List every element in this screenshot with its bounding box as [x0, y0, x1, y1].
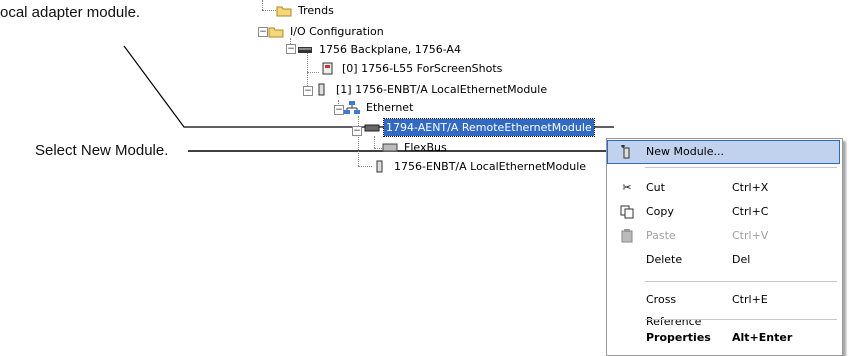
controller-icon	[320, 62, 336, 75]
expander-enbt-slot1[interactable]: −	[303, 86, 313, 96]
menu-item-cut[interactable]: ✂ Cut Ctrl+X	[608, 177, 839, 199]
tree-item-io-configuration[interactable]: I/O Configuration	[268, 23, 386, 40]
paste-icon	[608, 225, 646, 247]
copy-icon	[608, 201, 646, 223]
tree-item-backplane[interactable]: 1756 Backplane, 1756-A4	[297, 41, 463, 58]
expander-backplane[interactable]: −	[286, 44, 296, 54]
scissors-icon: ✂	[622, 181, 632, 194]
module-icon	[314, 83, 330, 96]
tree-item-ethernet[interactable]: Ethernet	[344, 99, 415, 116]
tree-item-enbt-local[interactable]: 1756-ENBT/A LocalEthernetModule	[372, 158, 588, 175]
tree-item-enbt-slot1[interactable]: [1] 1756-ENBT/A LocalEthernetModule	[314, 81, 549, 98]
menu-item-properties[interactable]: Properties Alt+Enter	[608, 327, 839, 349]
expander-ethernet[interactable]: −	[334, 105, 344, 115]
folder-open-icon	[268, 25, 284, 38]
tree-item-trends[interactable]: Trends	[276, 2, 336, 19]
module-icon	[372, 160, 388, 173]
expander-aent[interactable]: −	[352, 126, 362, 136]
menu-item-copy[interactable]: Copy Ctrl+C	[608, 201, 839, 223]
backplane-icon	[297, 43, 313, 56]
menu-item-delete[interactable]: Delete Del	[608, 249, 839, 271]
menu-item-paste[interactable]: Paste Ctrl+V	[608, 225, 839, 247]
folder-icon	[276, 4, 292, 17]
new-module-icon	[608, 141, 646, 163]
adapter-icon	[364, 121, 380, 134]
context-menu: New Module... ✂ Cut Ctrl+X Copy Ctrl+C P…	[606, 138, 843, 356]
menu-item-new-module[interactable]: New Module...	[607, 140, 840, 164]
tree-item-flexbus[interactable]: FlexBus	[382, 139, 449, 156]
menu-item-cross-reference[interactable]: Cross Reference Ctrl+E	[608, 289, 839, 328]
expander-io-config[interactable]: −	[258, 27, 268, 37]
tree-item-controller[interactable]: [0] 1756-L55 ForScreenShots	[320, 60, 504, 77]
network-icon	[344, 101, 360, 114]
flexbus-icon	[382, 141, 398, 154]
tree-item-aent[interactable]: 1794-AENT/A RemoteEthernetModule	[364, 118, 595, 137]
